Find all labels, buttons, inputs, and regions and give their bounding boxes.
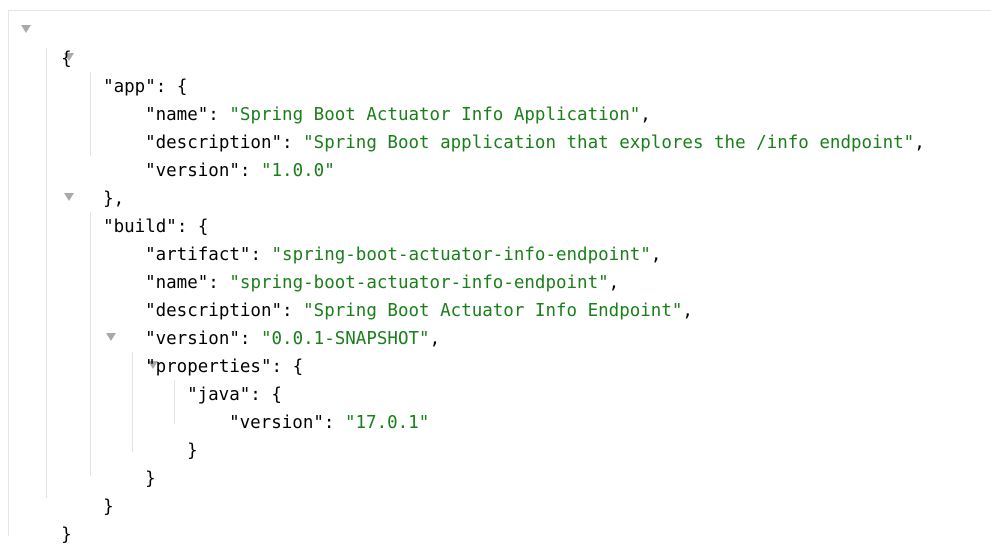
- json-line-app-version: "version": "1.0.0": [124, 129, 335, 181]
- comma: ,: [682, 301, 693, 321]
- indent-guide-build: [90, 212, 91, 476]
- root-close-brace: }: [61, 525, 72, 545]
- separator: :: [323, 413, 345, 433]
- json-line-app-name: "name": "Spring Boot Actuator Info Appli…: [124, 73, 651, 125]
- json-line-build-close: }: [82, 465, 114, 517]
- build-close-brace: }: [103, 497, 114, 517]
- collapse-properties-toggle-icon[interactable]: [106, 333, 116, 341]
- java-close-brace: }: [187, 441, 198, 461]
- indent-guide-root: [46, 48, 47, 498]
- json-line-build-name: "name": "spring-boot-actuator-info-endpo…: [124, 241, 619, 293]
- app-version-value: "1.0.0": [260, 161, 335, 181]
- json-line-java-close: }: [166, 409, 198, 461]
- json-line-java-version: "version": "17.0.1": [208, 381, 429, 433]
- json-line-build-version: "version": "0.0.1-SNAPSHOT",: [124, 297, 440, 349]
- json-line-app-description: "description": "Spring Boot application …: [124, 101, 925, 153]
- collapse-root-toggle-icon[interactable]: [21, 25, 31, 33]
- json-line-properties-open: "properties": {: [124, 325, 303, 377]
- separator: :: [239, 161, 261, 181]
- json-line-properties-close: }: [124, 437, 156, 489]
- json-line-java-open: "java": {: [166, 353, 282, 405]
- json-line-root-open: {: [40, 17, 72, 69]
- app-version-key: "version": [145, 161, 240, 181]
- java-version-key: "version": [229, 413, 324, 433]
- comma: ,: [429, 329, 441, 349]
- json-line-app-close: },: [82, 157, 124, 209]
- root-open-brace: {: [61, 49, 72, 69]
- comma: ,: [914, 133, 925, 153]
- json-line-build-description: "description": "Spring Boot Actuator Inf…: [124, 269, 693, 321]
- properties-close-brace: }: [145, 469, 156, 489]
- app-description-value: "Spring Boot application that explores t…: [303, 133, 915, 153]
- java-version-value: "17.0.1": [344, 413, 430, 433]
- json-line-app-open: "app": {: [82, 45, 187, 97]
- comma: ,: [650, 245, 662, 265]
- collapse-build-toggle-icon[interactable]: [64, 193, 74, 201]
- json-line-build-artifact: "artifact": "spring-boot-actuator-info-e…: [124, 213, 661, 265]
- json-line-root-close: }: [40, 493, 72, 545]
- json-line-build-open: "build": {: [82, 185, 208, 237]
